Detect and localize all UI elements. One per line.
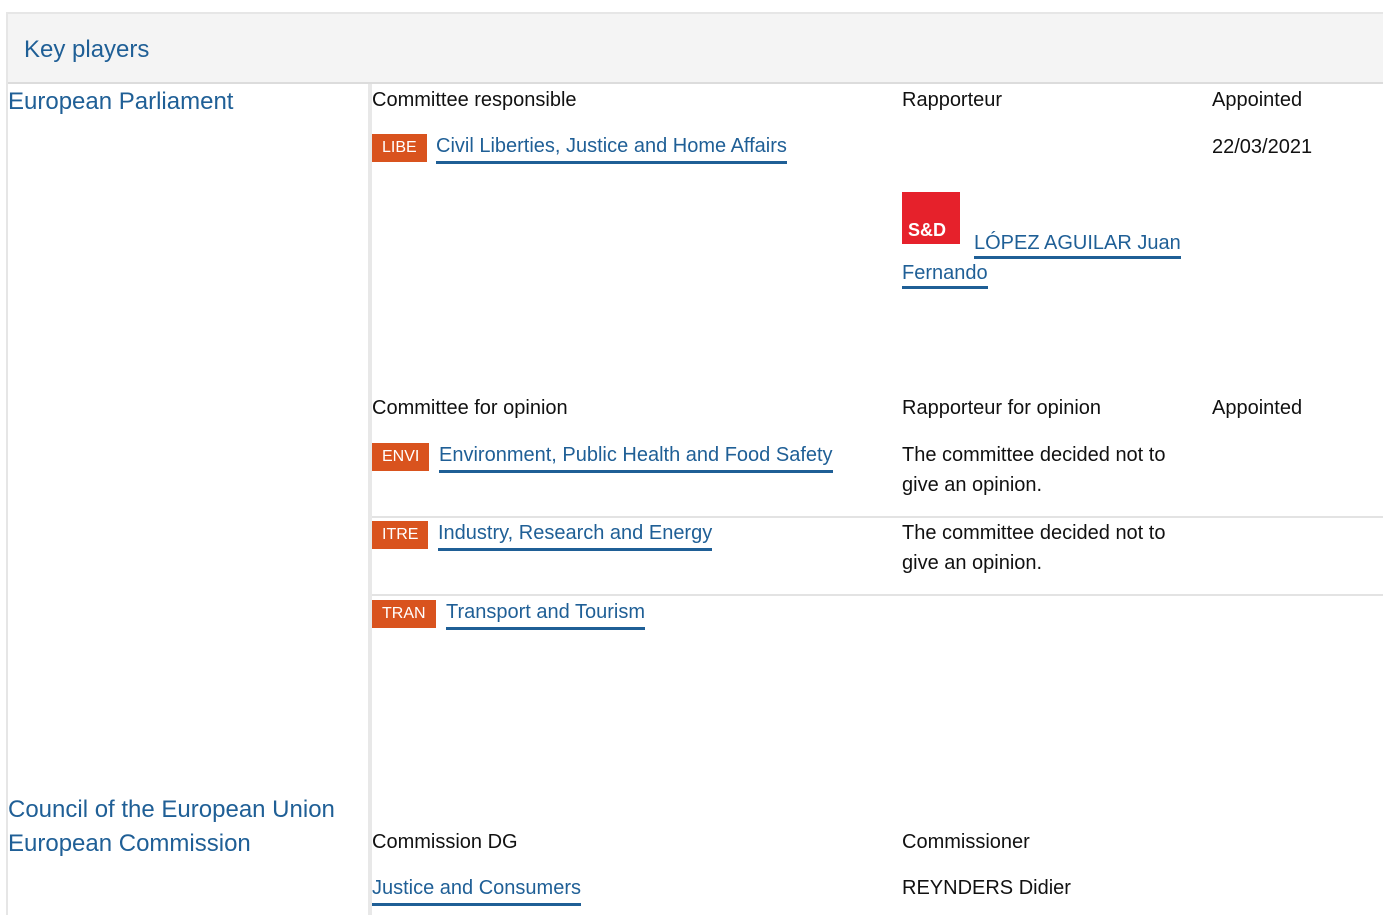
appointed-opinion-header: Appointed xyxy=(1212,397,1303,419)
rapporteur-opinion-header: Rapporteur for opinion xyxy=(902,397,1102,419)
opinion-note-envi-line2: give an opinion. xyxy=(902,474,1043,496)
rapporteur-link[interactable]: LÓPEZ AGUILAR Juan Fernando xyxy=(902,228,1212,289)
rapporteur-header: Rapporteur xyxy=(902,89,1003,111)
opinion-note-itre-line1: The committee decided not to xyxy=(902,522,1166,544)
commissioner-name: REYNDERS Didier xyxy=(902,877,1071,899)
rapporteur-name-line2[interactable]: Fernando xyxy=(902,262,988,289)
committee-link-libe[interactable]: Civil Liberties, Justice and Home Affair… xyxy=(436,133,787,164)
commission-dg-link[interactable]: Justice and Consumers xyxy=(372,875,581,906)
committee-link-envi[interactable]: Environment, Public Health and Food Safe… xyxy=(439,442,833,473)
panel-divider xyxy=(368,84,372,915)
appointed-header: Appointed xyxy=(1212,89,1303,111)
committee-badge-envi: ENVI xyxy=(372,443,430,471)
committee-badge-tran: TRAN xyxy=(372,600,436,628)
players-panel xyxy=(368,84,1383,915)
committee-badge-itre: ITRE xyxy=(372,521,429,549)
committee-badge-libe: LIBE xyxy=(372,134,427,162)
commission-dg-header: Commission DG xyxy=(372,831,518,853)
european-commission-title[interactable]: European Commission xyxy=(8,830,251,858)
opinion-note-envi-line1: The committee decided not to xyxy=(902,444,1166,466)
european-parliament-title[interactable]: European Parliament xyxy=(8,88,233,116)
rapporteur-name-line1[interactable]: LÓPEZ AGUILAR Juan xyxy=(974,232,1181,259)
key-players-title[interactable]: Key players xyxy=(24,36,149,64)
row-separator xyxy=(372,516,1383,518)
committee-opinion-header: Committee for opinion xyxy=(372,397,568,419)
row-separator xyxy=(372,594,1383,596)
committee-link-tran[interactable]: Transport and Tourism xyxy=(446,599,645,630)
committee-responsible-header: Committee responsible xyxy=(372,89,577,111)
commissioner-header: Commissioner xyxy=(902,831,1030,853)
left-border xyxy=(6,82,8,915)
council-title[interactable]: Council of the European Union xyxy=(8,796,335,824)
committee-link-itre[interactable]: Industry, Research and Energy xyxy=(438,520,713,551)
opinion-note-itre-line2: give an opinion. xyxy=(902,552,1043,574)
appointed-date: 22/03/2021 xyxy=(1212,136,1313,158)
key-players-header[interactable]: Key players xyxy=(6,14,1383,84)
